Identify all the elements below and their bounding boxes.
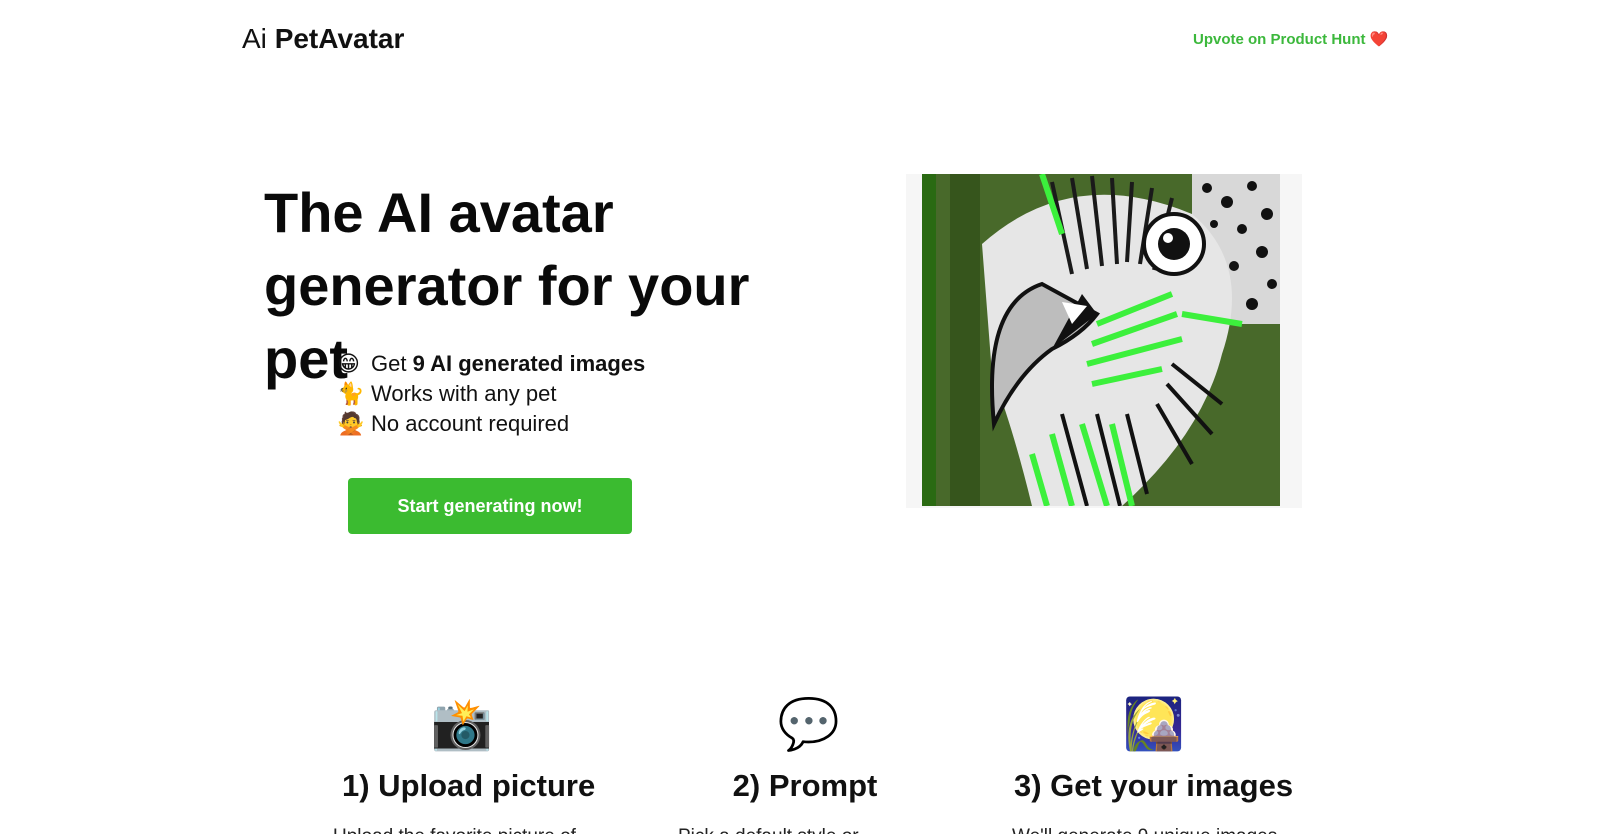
step-title-get-images: 3) Get your images (1014, 768, 1294, 803)
speech-balloon-icon: 💬 (777, 696, 841, 752)
moon-viewing-ceremony-icon: 🎑 (1122, 696, 1186, 752)
feature-item: 😁 Get 9 AI generated images (337, 349, 645, 379)
step-desc-get-images: We'll generate 9 unique images (1012, 826, 1277, 834)
step-title-upload: 1) Upload picture (342, 768, 596, 803)
logo[interactable]: Ai PetAvatar (242, 22, 404, 56)
feature-prefix: Get (371, 351, 413, 376)
person-gesturing-no-icon: 🙅 (337, 411, 365, 436)
logo-name: PetAvatar (274, 23, 405, 54)
feature-text: Works with any pet (371, 381, 557, 406)
feature-item: 🐈 Works with any pet (337, 379, 645, 409)
upvote-product-hunt-link[interactable]: Upvote on Product Hunt ❤️ (1193, 30, 1388, 48)
heart-icon: ❤️ (1369, 31, 1389, 48)
feature-list: 😁 Get 9 AI generated images 🐈 Works with a… (337, 349, 645, 439)
parrot-avatar-image (922, 174, 1280, 506)
hero-title-line1: The AI avatar (264, 181, 614, 244)
camera-with-flash-icon: 📸 (430, 696, 494, 752)
cat-icon: 🐈 (337, 381, 365, 406)
step-title-prompt: 2) Prompt (732, 768, 878, 803)
feature-item: 🙅 No account required (337, 409, 645, 439)
parrot-illustration (922, 174, 1280, 506)
step-desc-upload: Upload the favorite picture of (333, 826, 576, 834)
feature-text: No account required (371, 411, 570, 436)
logo-prefix: Ai (242, 23, 267, 54)
feature-highlight: 9 AI generated images (412, 351, 646, 376)
upvote-label: Upvote on Product Hunt (1193, 31, 1366, 48)
start-generating-button[interactable]: Start generating now! (348, 478, 632, 534)
step-desc-prompt: Pick a default style or (678, 826, 859, 834)
grinning-face-icon: 😁 (337, 351, 360, 376)
